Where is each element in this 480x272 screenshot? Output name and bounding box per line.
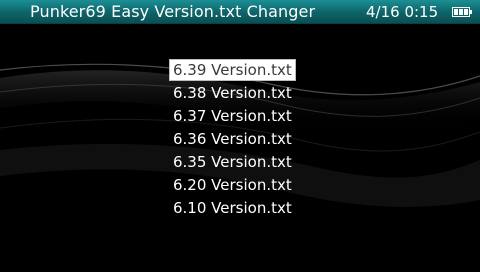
clock: 4/16 0:15 — [366, 3, 439, 21]
menu-item-6-20[interactable]: 6.20 Version.txt — [170, 175, 295, 195]
menu-item-6-37[interactable]: 6.37 Version.txt — [170, 106, 295, 126]
app-title: Punker69 Easy Version.txt Changer — [30, 2, 316, 21]
menu-item-6-35[interactable]: 6.35 Version.txt — [170, 152, 295, 172]
title-bar: Punker69 Easy Version.txt Changer 4/16 0… — [0, 0, 480, 24]
battery-full-icon — [452, 7, 472, 17]
psp-screen: Punker69 Easy Version.txt Changer 4/16 0… — [0, 0, 480, 272]
menu-item-6-10[interactable]: 6.10 Version.txt — [170, 198, 295, 218]
menu-item-6-38[interactable]: 6.38 Version.txt — [170, 83, 295, 103]
menu-item-6-36[interactable]: 6.36 Version.txt — [170, 129, 295, 149]
menu-item-6-39[interactable]: 6.39 Version.txt — [170, 60, 295, 80]
